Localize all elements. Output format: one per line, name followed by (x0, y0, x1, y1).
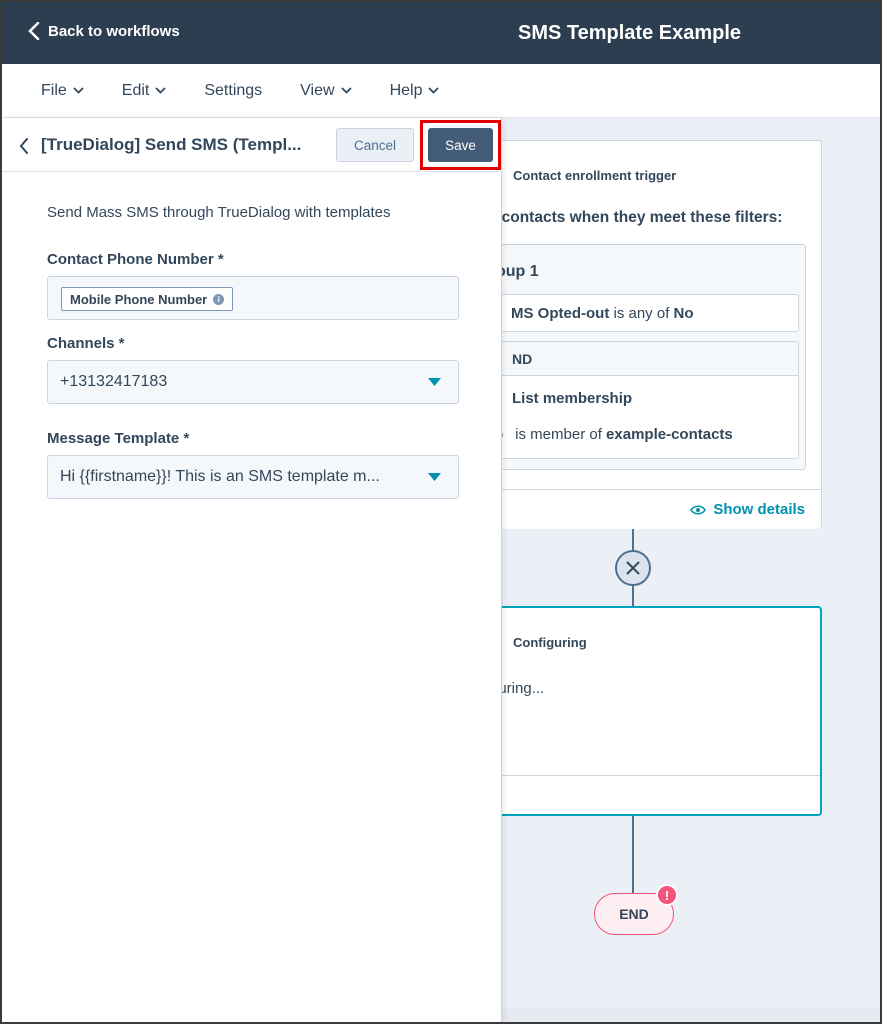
back-to-workflows-link[interactable]: Back to workflows (28, 22, 180, 40)
info-icon: i (213, 293, 225, 305)
menu-edit[interactable]: Edit (122, 82, 167, 100)
trigger-footer: Show details (461, 489, 821, 529)
cancel-button[interactable]: Cancel (336, 128, 414, 162)
group-title: oup 1 (496, 263, 539, 280)
filter-row[interactable]: MS Opted-out is any of No (482, 294, 799, 332)
connector-line (632, 586, 634, 606)
template-field-label: Message Template * (47, 430, 190, 447)
chevron-down-icon (428, 87, 440, 94)
menu-file-label: File (41, 81, 67, 99)
action-config-panel: [TrueDialog] Send SMS (Templ... Cancel S… (2, 118, 502, 1022)
trigger-description: l contacts when they meet these filters: (493, 209, 783, 226)
message-template-select[interactable]: Hi {{firstname}}! This is an SMS templat… (47, 455, 459, 499)
member-operator: is member of (515, 426, 602, 443)
menu-bar: File Edit Settings View Help (2, 64, 880, 118)
channels-field-label: Channels * (47, 335, 125, 352)
action-card[interactable]: Configuring guring... (460, 606, 822, 816)
filter-property: MS Opted-out (511, 305, 610, 322)
app-window: Back to workflows SMS Template Example F… (0, 0, 882, 1024)
panel-title: [TrueDialog] Send SMS (Templ... (41, 135, 302, 154)
member-filter-row[interactable]: is member of example-contacts (493, 426, 733, 443)
phone-token-label: Mobile Phone Number (70, 291, 208, 307)
connector-line (632, 816, 634, 893)
panel-header: [TrueDialog] Send SMS (Templ... Cancel S… (2, 118, 501, 172)
menu-settings-label: Settings (204, 81, 263, 99)
workflow-title[interactable]: SMS Template Example (518, 22, 741, 45)
warning-badge-icon: ! (656, 884, 678, 906)
action-divider (462, 775, 820, 776)
menu-help-label: Help (389, 81, 423, 99)
menu-edit-label: Edit (121, 81, 150, 99)
back-link-label: Back to workflows (48, 22, 180, 40)
list-membership-title: List membership (512, 390, 633, 407)
caret-down-icon (428, 378, 441, 386)
caret-down-icon (428, 473, 441, 481)
connector-line (632, 529, 634, 550)
chevron-left-icon[interactable] (19, 138, 29, 154)
channels-select[interactable]: +13132417183 (47, 360, 459, 404)
delete-action-button[interactable] (615, 550, 651, 586)
member-value: example-contacts (606, 426, 733, 443)
action-header: Configuring (513, 635, 587, 650)
menu-view[interactable]: View (300, 81, 352, 100)
chevron-down-icon (155, 87, 166, 94)
show-details-link[interactable]: Show details (690, 501, 805, 518)
menu-view-label: View (300, 81, 335, 99)
menu-file[interactable]: File (41, 82, 84, 100)
chevron-down-icon (340, 87, 352, 94)
trigger-header: Contact enrollment trigger (513, 168, 677, 183)
close-icon (626, 561, 640, 575)
channels-value: +13132417183 (60, 373, 168, 390)
save-button[interactable]: Save (428, 128, 493, 162)
phone-field-label: Contact Phone Number * (47, 251, 224, 268)
enrollment-trigger-card[interactable]: Contact enrollment trigger l contacts wh… (460, 140, 822, 529)
menu-settings[interactable]: Settings (204, 82, 262, 100)
template-value: Hi {{firstname}}! This is an SMS templat… (60, 468, 380, 485)
chevron-down-icon (73, 87, 84, 94)
top-bar: Back to workflows SMS Template Example (2, 2, 880, 64)
phone-field[interactable]: Mobile Phone Number i (47, 276, 459, 320)
filter-value: No (673, 305, 694, 322)
phone-property-token[interactable]: Mobile Phone Number i (61, 287, 234, 311)
action-description: Send Mass SMS through TrueDialog with te… (47, 204, 391, 221)
show-details-label: Show details (713, 501, 805, 518)
menu-help[interactable]: Help (390, 82, 440, 100)
and-filter-box: ND List membership is member of example-… (482, 341, 799, 459)
eye-icon (690, 505, 707, 514)
filter-operator: is any of (613, 305, 670, 322)
workflow-canvas[interactable]: Contact enrollment trigger l contacts wh… (460, 118, 880, 1008)
filter-group: oup 1 MS Opted-out is any of No ND List … (471, 244, 806, 470)
and-label: ND (483, 342, 798, 376)
chevron-left-icon (28, 22, 40, 40)
